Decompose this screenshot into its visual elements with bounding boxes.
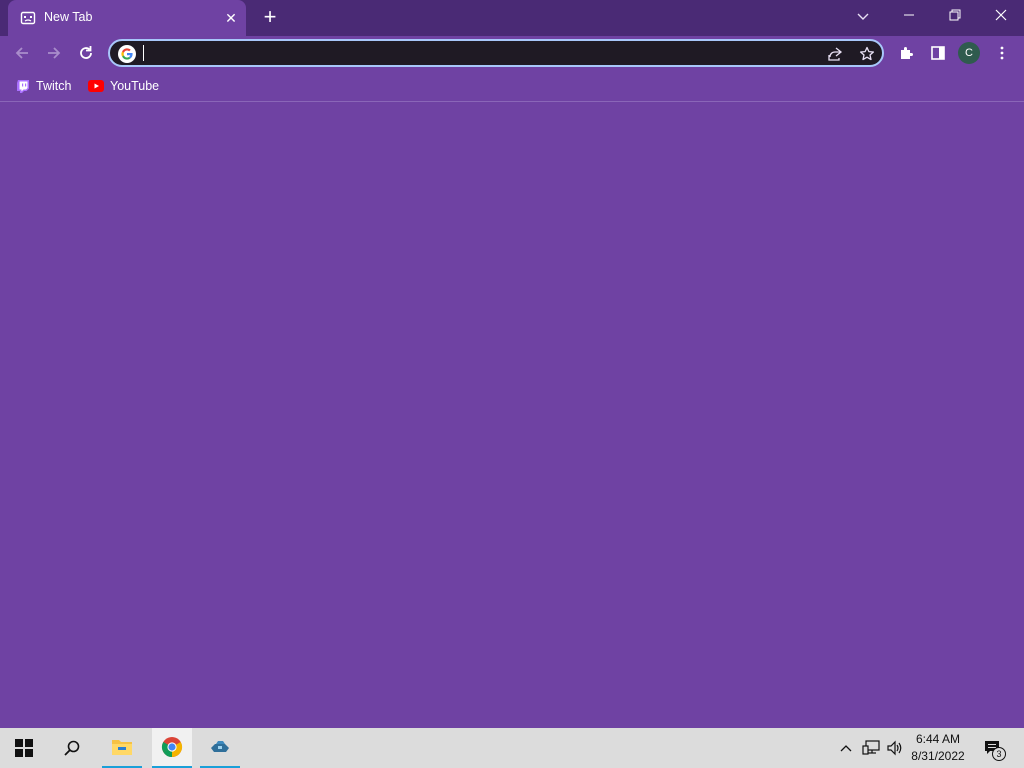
new-tab-favicon-icon [20, 11, 36, 25]
bookmarks-bar: Twitch YouTube [0, 70, 1024, 102]
tab-new-tab[interactable]: New Tab ✕ [8, 0, 246, 36]
bookmark-star-icon[interactable] [856, 43, 878, 65]
network-button[interactable] [860, 728, 882, 768]
taskbar: 6:44 AM 8/31/2022 [0, 728, 1024, 768]
side-panel-icon[interactable] [925, 40, 951, 66]
profile-avatar[interactable]: C [958, 42, 980, 64]
bookmark-twitch-label: Twitch [36, 79, 72, 93]
youtube-icon [88, 80, 104, 92]
new-tab-button[interactable]: + [258, 6, 282, 30]
extensions-icon[interactable] [893, 40, 919, 66]
bookmark-youtube[interactable]: YouTube [88, 76, 159, 96]
toolbar: C [0, 36, 1024, 70]
close-window-button[interactable] [978, 0, 1024, 30]
taskbar-search-button[interactable] [52, 728, 92, 768]
restore-button[interactable] [932, 0, 978, 30]
search-icon [64, 740, 80, 756]
chrome-icon [161, 737, 183, 758]
notification-count: 3 [996, 749, 1002, 759]
taskbar-clock[interactable]: 6:44 AM 8/31/2022 [906, 731, 970, 765]
bookmark-youtube-label: YouTube [110, 79, 160, 93]
address-bar[interactable] [108, 39, 884, 67]
game-icon [211, 741, 229, 752]
start-icon [15, 739, 33, 757]
chevron-up-icon [840, 745, 852, 752]
google-icon [118, 45, 136, 63]
taskbar-chrome[interactable] [152, 728, 192, 768]
chrome-menu-icon[interactable] [989, 40, 1015, 66]
tab-title: New Tab [44, 10, 93, 24]
clock-date: 8/31/2022 [911, 749, 965, 763]
clock-time: 6:44 AM [915, 732, 961, 746]
network-icon [862, 740, 880, 755]
tab-search-icon[interactable] [852, 6, 874, 26]
forward-button[interactable] [41, 40, 67, 66]
show-hidden-icons-button[interactable] [836, 728, 856, 768]
volume-button[interactable] [884, 728, 906, 768]
address-input[interactable] [142, 43, 792, 63]
bookmark-twitch[interactable]: Twitch [16, 76, 71, 96]
title-bar: New Tab ✕ + [0, 0, 1024, 36]
text-caret [143, 45, 144, 61]
new-tab-page [0, 103, 1024, 728]
volume-icon [887, 740, 902, 756]
share-icon[interactable] [824, 43, 846, 65]
minimize-button[interactable] [886, 0, 932, 30]
taskbar-game-app[interactable] [200, 728, 240, 768]
back-button[interactable] [9, 40, 35, 66]
reload-button[interactable] [73, 40, 99, 66]
file-explorer-icon [112, 740, 132, 755]
taskbar-file-explorer[interactable] [102, 728, 142, 768]
twitch-icon [17, 80, 29, 93]
start-button[interactable] [4, 728, 44, 768]
tab-close-icon[interactable]: ✕ [222, 9, 240, 27]
notification-count-badge: 3 [992, 747, 1006, 761]
